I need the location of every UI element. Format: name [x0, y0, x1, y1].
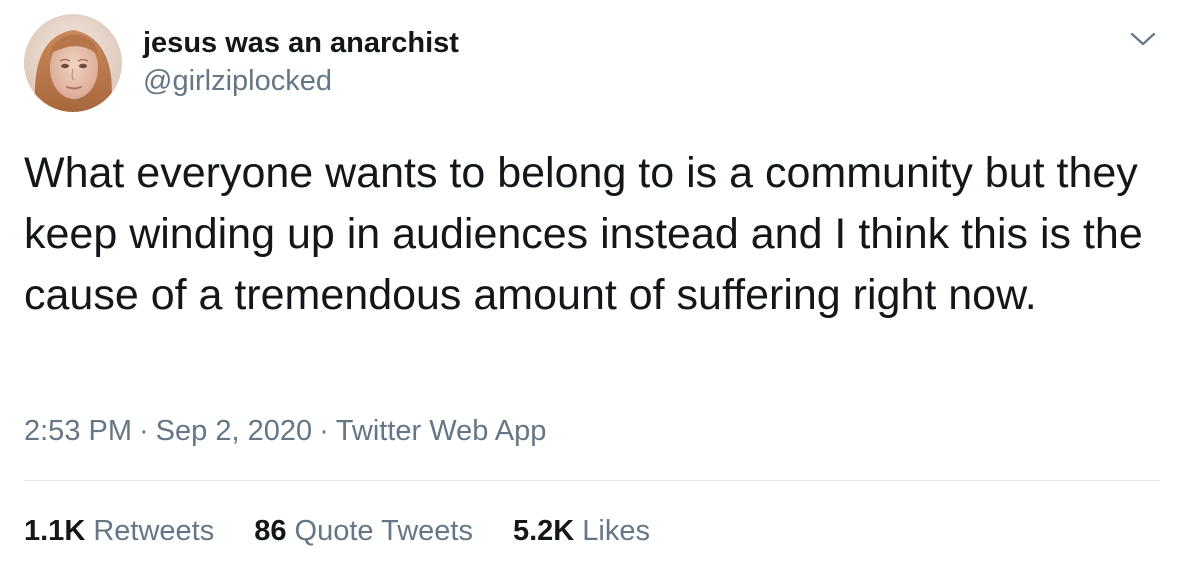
tweet-date[interactable]: Sep 2, 2020 — [156, 413, 312, 449]
tweet-source[interactable]: Twitter Web App — [336, 413, 547, 449]
quote-tweets-stat[interactable]: 86 Quote Tweets — [254, 512, 473, 550]
tweet-card: jesus was an anarchist @girlziplocked Wh… — [0, 0, 1204, 578]
likes-count: 5.2K — [512, 515, 575, 547]
retweets-label: Retweets — [93, 515, 215, 547]
quote-tweets-label: Quote Tweets — [294, 515, 473, 547]
separator-dot: · — [319, 415, 329, 447]
avatar[interactable] — [24, 14, 122, 112]
retweets-count: 1.1K — [24, 515, 86, 547]
tweet-stats: 1.1K Retweets 86 Quote Tweets 5.2K Likes — [24, 512, 690, 550]
user-handle[interactable]: @girlziplocked — [143, 64, 332, 98]
divider — [24, 480, 1160, 481]
retweets-stat[interactable]: 1.1K Retweets — [24, 512, 214, 550]
tweet-metadata: 2:53 PM · Sep 2, 2020 · Twitter Web App — [24, 413, 546, 449]
likes-label: Likes — [582, 515, 650, 547]
separator-dot: · — [139, 415, 149, 447]
likes-stat[interactable]: 5.2K Likes — [513, 512, 650, 550]
display-name[interactable]: jesus was an anarchist — [143, 26, 459, 60]
chevron-down-icon[interactable] — [1128, 28, 1158, 50]
avatar-image — [24, 14, 122, 112]
quote-tweets-count: 86 — [254, 515, 287, 547]
tweet-time[interactable]: 2:53 PM — [24, 413, 132, 449]
tweet-text: What everyone wants to belong to is a co… — [24, 149, 1143, 319]
